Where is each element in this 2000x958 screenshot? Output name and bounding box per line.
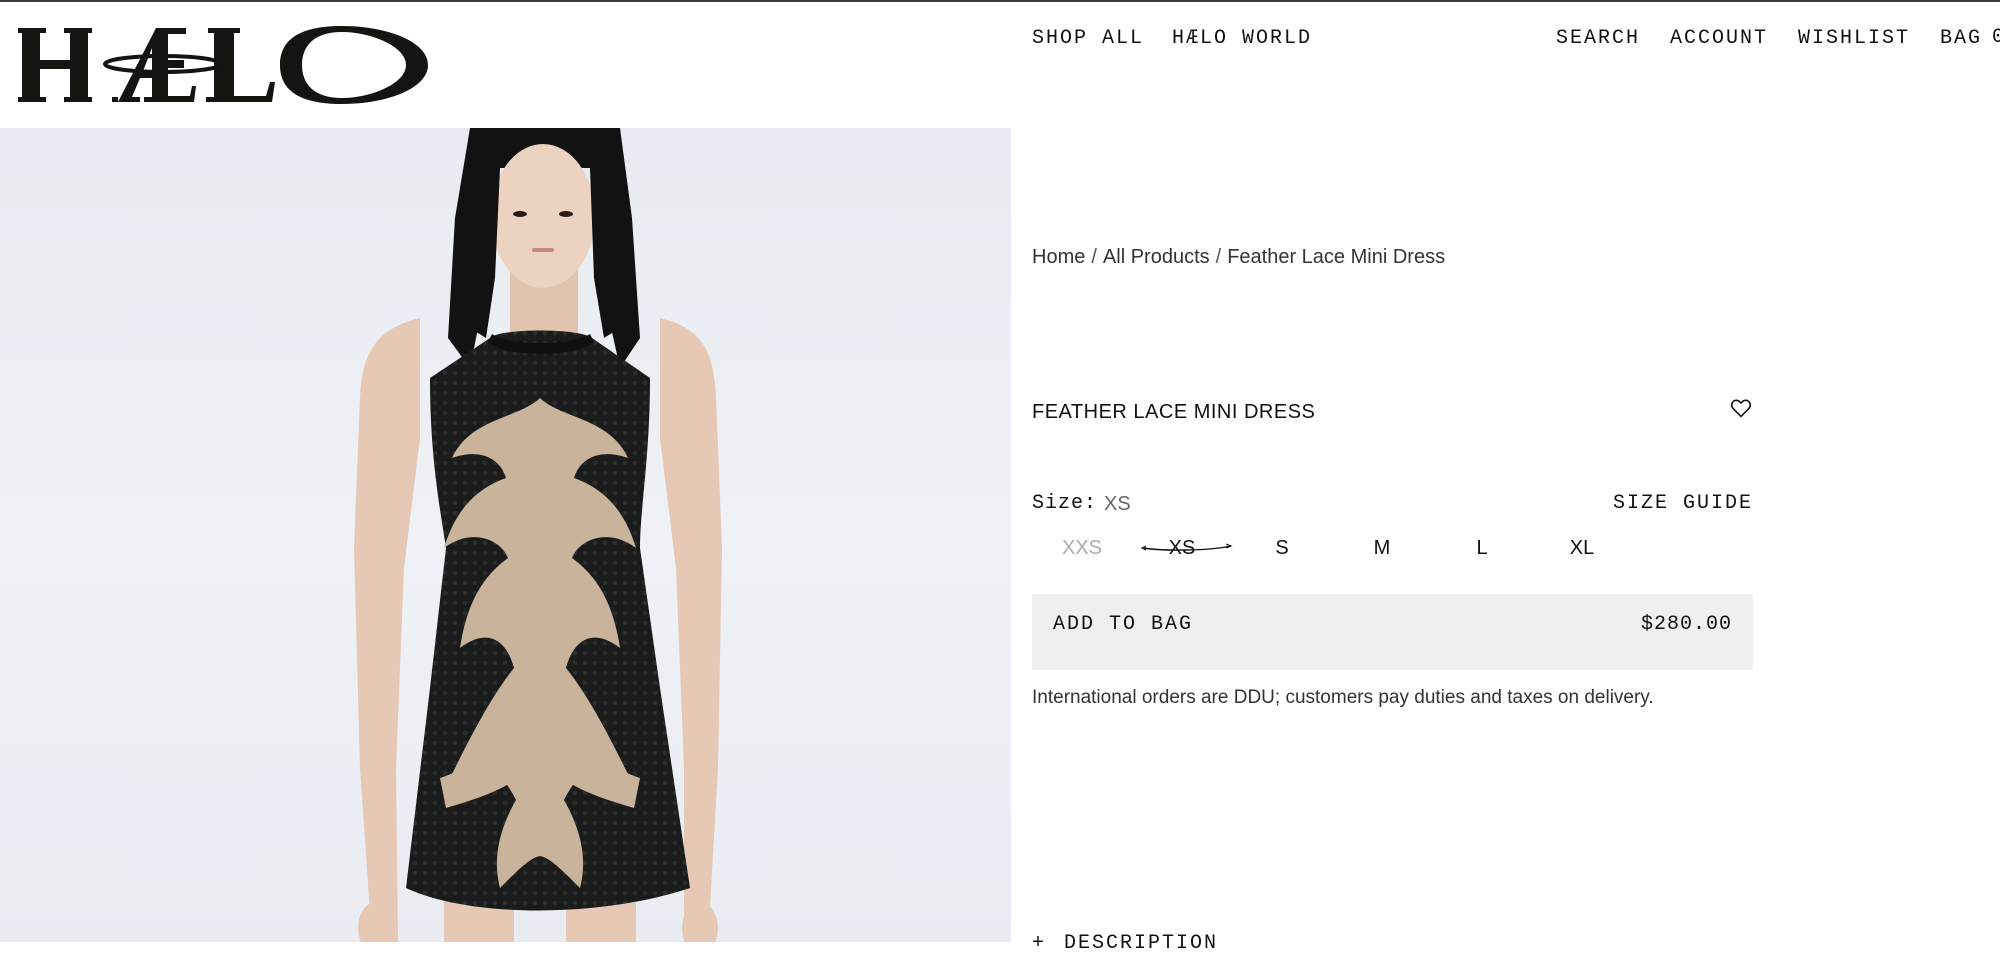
size-options: XXS XS S M L XL (1032, 532, 1632, 564)
nav-search[interactable]: SEARCH (1556, 27, 1640, 50)
product-image[interactable] (0, 128, 1011, 942)
size-option-l[interactable]: L (1432, 532, 1532, 564)
size-option-s[interactable]: S (1232, 532, 1332, 564)
size-option-xs-label: XS (1168, 537, 1196, 559)
utility-nav: SEARCH ACCOUNT WISHLIST BAG (1556, 22, 1982, 54)
description-label: DESCRIPTION (1064, 932, 1219, 955)
product-photo-model (354, 128, 722, 942)
size-option-m[interactable]: M (1332, 532, 1432, 564)
primary-nav: SHOP ALL HÆLO WORLD (1032, 22, 1312, 54)
nav-wishlist[interactable]: WISHLIST (1798, 27, 1910, 50)
breadcrumb-home[interactable]: Home (1032, 246, 1085, 268)
size-guide-link[interactable]: SIZE GUIDE (1613, 490, 1753, 518)
add-to-bag-button[interactable]: ADD TO BAG $280.00 (1032, 594, 1753, 670)
size-option-xxs[interactable]: XXS (1032, 532, 1132, 564)
size-row: Size: XS SIZE GUIDE (1032, 490, 1753, 518)
breadcrumb-separator: / (1091, 246, 1097, 268)
size-label: Size: (1032, 492, 1098, 515)
product-price: $280.00 (1640, 613, 1732, 636)
selected-size: XS (1104, 493, 1131, 515)
size-option-xl[interactable]: XL (1532, 532, 1632, 564)
breadcrumb-current: Feather Lace Mini Dress (1227, 246, 1446, 268)
breadcrumb-separator: / (1215, 246, 1222, 268)
add-to-bag-label: ADD TO BAG (1053, 613, 1194, 636)
nav-bag[interactable]: BAG (1940, 27, 1982, 50)
nav-shop-all[interactable]: SHOP ALL (1032, 27, 1144, 50)
product-title: FEATHER LACE MINI DRESS (1032, 401, 1316, 423)
top-border (0, 0, 2000, 2)
breadcrumb: Home / All Products / Feather Lace Mini Dres… (1032, 243, 1445, 271)
breadcrumb-all-products[interactable]: All Products (1103, 246, 1210, 268)
nav-haelo-world[interactable]: HÆLO WORLD (1172, 27, 1312, 50)
bag-count[interactable]: 0 (1992, 22, 2000, 54)
nav-account[interactable]: ACCOUNT (1670, 27, 1768, 50)
heart-outline-icon[interactable] (1729, 396, 1753, 420)
haelo-logo[interactable] (18, 26, 428, 106)
international-orders-note: International orders are DDU; customers … (1032, 687, 1654, 708)
plus-icon: + (1032, 932, 1047, 955)
size-option-xs[interactable]: XS (1132, 532, 1233, 564)
description-accordion[interactable]: + DESCRIPTION (1032, 930, 1218, 958)
